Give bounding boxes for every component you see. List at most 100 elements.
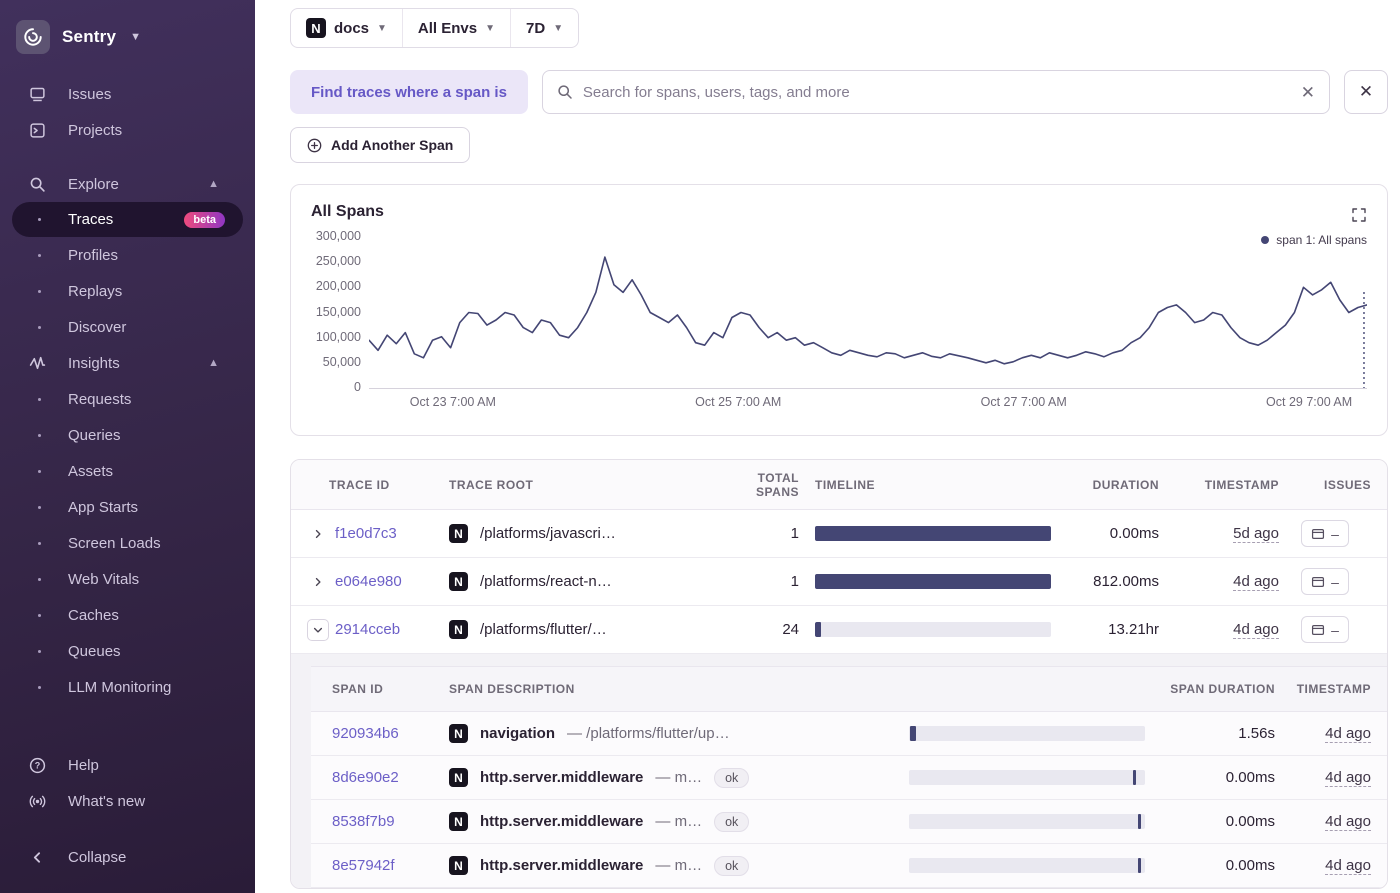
date-range-value: 7D bbox=[526, 19, 546, 37]
issues-empty-dash: – bbox=[1331, 621, 1339, 638]
expand-chevron-icon[interactable] bbox=[307, 523, 329, 545]
date-range-selector[interactable]: 7D ▼ bbox=[510, 9, 578, 47]
y-axis-label: 50,000 bbox=[322, 354, 361, 369]
trace-id-link[interactable]: f1e0d7c3 bbox=[335, 525, 397, 542]
table-header-row: TRACE ID TRACE ROOT TOTAL SPANS TIMELINE… bbox=[291, 460, 1387, 510]
sidebar-footer: ? Help What's new Collapse bbox=[0, 747, 255, 883]
sidebar-item-app-starts[interactable]: App Starts bbox=[0, 489, 255, 525]
issues-button[interactable]: – bbox=[1301, 568, 1349, 595]
sidebar-item-help[interactable]: ? Help bbox=[0, 747, 255, 783]
span-id-link[interactable]: 8d6e90e2 bbox=[332, 769, 399, 786]
expand-chevron-icon[interactable] bbox=[307, 571, 329, 593]
clear-search-icon[interactable]: ✕ bbox=[1301, 84, 1315, 101]
environment-name: All Envs bbox=[417, 19, 478, 37]
timestamp-link[interactable]: 4d ago bbox=[1233, 620, 1279, 639]
col-header-span-duration: SPAN DURATION bbox=[1170, 682, 1275, 696]
sidebar-item-queues[interactable]: Queues bbox=[0, 633, 255, 669]
sidebar-item-issues[interactable]: Issues bbox=[0, 76, 255, 112]
sentry-logo-icon bbox=[16, 20, 50, 54]
chart-plot-area: Oct 23 7:00 AM Oct 25 7:00 AM Oct 27 7:00 … bbox=[369, 237, 1367, 421]
issues-button[interactable]: – bbox=[1301, 616, 1349, 643]
project-selector[interactable]: N docs ▼ bbox=[291, 9, 402, 47]
sidebar-item-web-vitals[interactable]: Web Vitals bbox=[0, 561, 255, 597]
timestamp-link[interactable]: 4d ago bbox=[1325, 856, 1371, 875]
page-filter-group: N docs ▼ All Envs ▼ 7D ▼ bbox=[290, 8, 580, 48]
sidebar-item-queries[interactable]: Queries bbox=[0, 417, 255, 453]
span-row[interactable]: 8538f7b9 N http.server.middleware — m… o… bbox=[311, 800, 1387, 844]
span-description: — m… bbox=[655, 813, 703, 830]
bullet-icon bbox=[32, 614, 46, 617]
timestamp-link[interactable]: 5d ago bbox=[1233, 524, 1279, 543]
sidebar-item-replays[interactable]: Replays bbox=[0, 273, 255, 309]
timestamp-link[interactable]: 4d ago bbox=[1233, 572, 1279, 591]
sidebar-item-label: Issues bbox=[68, 85, 112, 103]
project-name: docs bbox=[334, 19, 370, 37]
issues-button[interactable]: – bbox=[1301, 520, 1349, 547]
span-description: — /platforms/flutter/up… bbox=[567, 725, 730, 742]
span-row[interactable]: 8d6e90e2 N http.server.middleware — m… o… bbox=[311, 756, 1387, 800]
sidebar-item-caches[interactable]: Caches bbox=[0, 597, 255, 633]
y-axis-label: 100,000 bbox=[315, 329, 361, 344]
sidebar-item-assets[interactable]: Assets bbox=[0, 453, 255, 489]
col-header-duration: DURATION bbox=[1092, 477, 1159, 492]
timestamp-link[interactable]: 4d ago bbox=[1325, 812, 1371, 831]
add-another-span-button[interactable]: Add Another Span bbox=[290, 127, 471, 163]
expand-chart-icon[interactable] bbox=[1351, 207, 1367, 223]
span-search-input[interactable] bbox=[582, 83, 1291, 101]
span-id-link[interactable]: 8e57942f bbox=[332, 857, 395, 874]
sidebar-item-discover[interactable]: Discover bbox=[0, 309, 255, 345]
trace-id-link[interactable]: e064e980 bbox=[335, 573, 402, 590]
sidebar-item-insights[interactable]: Insights ▲ bbox=[0, 345, 255, 381]
app-root: Sentry ▼ Issues Projects Explore ▲ Traces bet… bbox=[0, 0, 1400, 893]
span-duration: 0.00ms bbox=[1225, 769, 1275, 786]
sidebar-collapse-button[interactable]: Collapse bbox=[0, 839, 255, 875]
table-body: f1e0d7c3 N /platforms/javascri… 1 0.00ms… bbox=[291, 510, 1387, 888]
y-axis-label: 300,000 bbox=[315, 229, 361, 243]
sidebar-item-screen-loads[interactable]: Screen Loads bbox=[0, 525, 255, 561]
trace-root: /platforms/javascri… bbox=[480, 525, 616, 542]
trace-root: /platforms/react-n… bbox=[480, 573, 612, 590]
trace-id-link[interactable]: 2914cceb bbox=[335, 621, 400, 638]
col-header-span-timestamp: TIMESTAMP bbox=[1296, 682, 1371, 696]
broadcast-icon bbox=[28, 792, 46, 810]
span-row[interactable]: 8e57942f N http.server.middleware — m… o… bbox=[311, 844, 1387, 888]
search-box[interactable]: ✕ bbox=[541, 70, 1330, 114]
org-switcher[interactable]: Sentry ▼ bbox=[0, 0, 255, 76]
chevron-up-icon: ▲ bbox=[208, 357, 219, 369]
sidebar-item-profiles[interactable]: Profiles bbox=[0, 237, 255, 273]
add-span-label: Add Another Span bbox=[331, 137, 454, 153]
bullet-icon bbox=[32, 290, 46, 293]
span-id-link[interactable]: 920934b6 bbox=[332, 725, 399, 742]
span-filter-chip[interactable]: Find traces where a span is bbox=[290, 70, 528, 114]
sidebar-item-llm-monitoring[interactable]: LLM Monitoring bbox=[0, 669, 255, 705]
table-row[interactable]: 2914cceb N /platforms/flutter/… 24 13.21… bbox=[291, 606, 1387, 654]
table-row[interactable]: e064e980 N /platforms/react-n… 1 812.00m… bbox=[291, 558, 1387, 606]
timeline-bar bbox=[1133, 770, 1137, 785]
sidebar-item-label: Explore bbox=[68, 175, 119, 193]
chevron-down-icon: ▼ bbox=[130, 31, 141, 43]
sidebar-item-what-s-new[interactable]: What's new bbox=[0, 783, 255, 819]
remove-span-filter-button[interactable]: ✕ bbox=[1344, 70, 1388, 114]
timestamp-link[interactable]: 4d ago bbox=[1325, 768, 1371, 787]
span-duration: 1.56s bbox=[1238, 725, 1275, 742]
sidebar-item-requests[interactable]: Requests bbox=[0, 381, 255, 417]
span-search-row: Find traces where a span is ✕ ✕ bbox=[290, 70, 1388, 114]
issues-icon bbox=[1312, 576, 1325, 587]
project-avatar-n: N bbox=[449, 524, 468, 543]
sidebar-item-traces[interactable]: Traces beta bbox=[12, 202, 243, 237]
span-id-link[interactable]: 8538f7b9 bbox=[332, 813, 395, 830]
status-badge: ok bbox=[714, 811, 750, 832]
table-row[interactable]: f1e0d7c3 N /platforms/javascri… 1 0.00ms… bbox=[291, 510, 1387, 558]
sidebar-item-label: Screen Loads bbox=[68, 534, 161, 552]
x-axis-label: Oct 23 7:00 AM bbox=[409, 395, 496, 409]
environment-selector[interactable]: All Envs ▼ bbox=[401, 9, 510, 47]
sidebar-item-label: Queues bbox=[68, 642, 121, 660]
span-operation: http.server.middleware bbox=[480, 857, 644, 874]
sidebar-item-projects[interactable]: Projects bbox=[0, 112, 255, 148]
sidebar-item-explore[interactable]: Explore ▲ bbox=[0, 166, 255, 202]
span-row[interactable]: 920934b6 N navigation — /platforms/flutt… bbox=[311, 712, 1387, 756]
bullet-icon bbox=[32, 398, 46, 401]
timestamp-link[interactable]: 4d ago bbox=[1325, 724, 1371, 743]
expand-chevron-icon[interactable] bbox=[307, 618, 329, 641]
help-icon: ? bbox=[28, 756, 46, 774]
